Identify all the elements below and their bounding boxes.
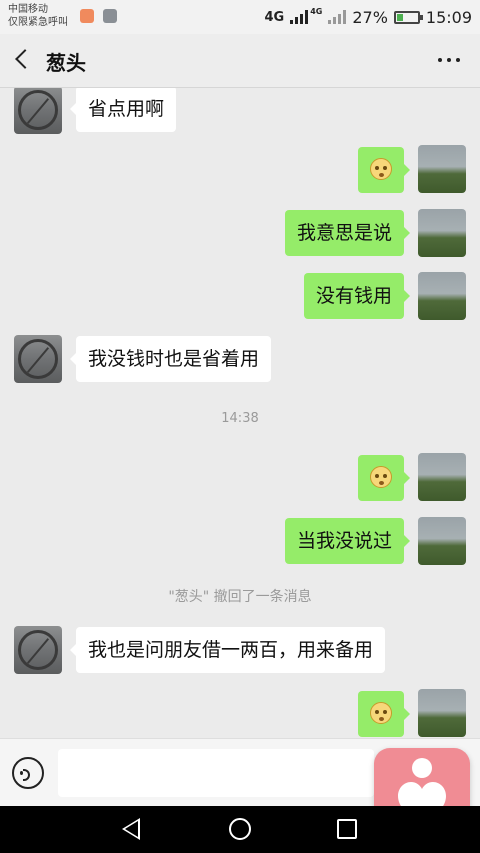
message-list[interactable]: 省点用啊 我意思是说 没有钱用 我没钱时也是省着用 14:38 当我没说过 "葱…	[0, 88, 480, 738]
chat-header: 葱头	[0, 34, 480, 88]
heart-dot-icon	[412, 758, 432, 778]
carrier-info: 中国移动 仅限紧急呼叫	[8, 3, 68, 29]
flushed-emoji-icon	[370, 465, 392, 488]
message-input[interactable]	[58, 749, 374, 797]
more-options-icon[interactable]	[438, 58, 460, 62]
signal-strength-icon	[290, 10, 309, 24]
status-bar: 中国移动 仅限紧急呼叫 4G 4G 27% 15:09	[0, 0, 480, 34]
my-avatar[interactable]	[418, 209, 466, 257]
recall-notice: "葱头" 撤回了一条消息	[168, 589, 312, 605]
contact-avatar[interactable]	[14, 88, 62, 134]
clock: 15:09	[425, 7, 472, 27]
wifi-signal-icon	[328, 10, 347, 24]
battery-level-fill	[396, 13, 403, 21]
incoming-message-bubble[interactable]: 我没钱时也是省着用	[69, 336, 272, 382]
flushed-emoji-icon	[370, 701, 392, 724]
outgoing-message-bubble[interactable]: 当我没说过	[284, 518, 411, 564]
my-avatar[interactable]	[418, 145, 466, 193]
network-type-label: 4G	[264, 9, 285, 25]
carrier-status: 仅限紧急呼叫	[8, 17, 68, 28]
outgoing-message-bubble[interactable]: 我意思是说	[284, 210, 411, 256]
outgoing-emoji-bubble[interactable]	[358, 691, 410, 737]
nav-home-icon[interactable]	[229, 818, 251, 840]
battery-icon	[393, 10, 423, 24]
contact-avatar[interactable]	[14, 626, 62, 674]
outgoing-emoji-bubble[interactable]	[358, 147, 410, 193]
voice-input-icon[interactable]	[12, 757, 44, 789]
contact-avatar[interactable]	[14, 335, 62, 383]
my-avatar[interactable]	[418, 272, 466, 320]
notification-app-icon	[80, 9, 94, 23]
battery-percent: 27%	[352, 7, 388, 27]
network-type-small-label: 4G	[310, 6, 323, 16]
incoming-message-bubble[interactable]: 我也是问朋友借一两百，用来备用	[69, 627, 386, 673]
system-nav-bar	[0, 806, 480, 853]
message-timestamp: 14:38	[221, 411, 259, 426]
my-avatar[interactable]	[418, 517, 466, 565]
incoming-message-bubble[interactable]: 省点用啊	[69, 88, 177, 132]
eye-roll-emoji-icon	[370, 157, 392, 180]
carrier-name: 中国移动	[8, 4, 48, 15]
outgoing-message-bubble[interactable]: 没有钱用	[303, 273, 411, 319]
status-indicators: 4G 4G 27% 15:09	[264, 6, 472, 28]
gallery-notification-icon	[103, 9, 117, 23]
chat-title: 葱头	[46, 51, 86, 75]
my-avatar[interactable]	[418, 689, 466, 737]
outgoing-emoji-bubble[interactable]	[358, 455, 410, 501]
back-arrow-icon[interactable]	[15, 49, 35, 69]
nav-back-icon[interactable]	[122, 818, 140, 840]
nav-recents-icon[interactable]	[337, 819, 357, 839]
my-avatar[interactable]	[418, 453, 466, 501]
